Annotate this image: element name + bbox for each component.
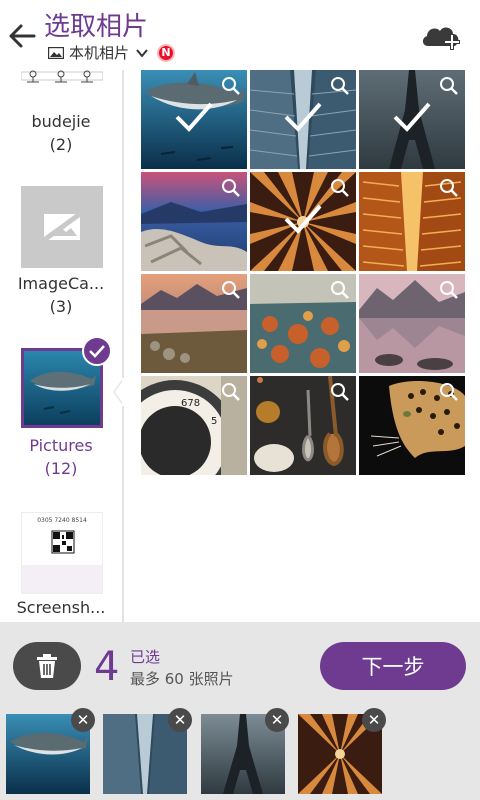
selected-label: 已选 — [130, 648, 161, 666]
svg-text:5: 5 — [211, 416, 217, 427]
selection-panel: 4 已选 最多 60 张照片 下一步 ✕ ✕ ✕ ✕ — [0, 622, 480, 800]
zoom-icon[interactable] — [439, 76, 459, 96]
photo-grid: 678 5 — [141, 70, 465, 475]
next-step-button[interactable]: 下一步 — [320, 642, 466, 690]
album-selected-check-icon — [82, 336, 112, 366]
album-pictures[interactable]: Pictures (12) — [0, 336, 122, 506]
max-photos-label: 最多 60 张照片 — [130, 670, 234, 688]
photo-leopard[interactable] — [359, 376, 465, 475]
album-name: budejie — [31, 112, 91, 131]
selected-count: 4 — [94, 644, 120, 690]
photo-picker-screen: 选取相片 本机相片 N budejie (2) ImageCa... (3) P… — [0, 0, 480, 800]
album-count: (3) — [49, 297, 73, 316]
zoom-icon[interactable] — [221, 178, 241, 198]
remove-glass-building-icon[interactable]: ✕ — [168, 708, 192, 732]
album-sidebar: budejie (2) ImageCa... (3) Pictures (12)… — [0, 70, 124, 622]
remove-shark-icon[interactable]: ✕ — [71, 708, 95, 732]
source-selector[interactable]: 本机相片 N — [48, 42, 176, 63]
clear-selection-button[interactable] — [13, 642, 81, 690]
album-screenshots[interactable]: 0305 7240 8514 Screensh... — [0, 506, 122, 622]
svg-text:678: 678 — [181, 398, 200, 409]
remove-eiffel-tower-icon[interactable]: ✕ — [265, 708, 289, 732]
header: 选取相片 本机相片 N — [0, 0, 480, 70]
album-name: Pictures — [29, 436, 93, 455]
album-count: (2) — [49, 135, 73, 154]
album-name: Screensh... — [16, 598, 106, 617]
album-thumbnail: 0305 7240 8514 — [21, 512, 103, 594]
photo-glass-building[interactable] — [250, 70, 356, 169]
trash-icon — [37, 654, 57, 678]
zoom-icon[interactable] — [439, 382, 459, 402]
photo-shark[interactable] — [141, 70, 247, 169]
page-title: 选取相片 — [44, 12, 149, 42]
zoom-icon[interactable] — [221, 280, 241, 300]
zoom-icon[interactable] — [330, 76, 350, 96]
zoom-icon[interactable] — [330, 280, 350, 300]
album-imagecache[interactable]: ImageCa... (3) — [0, 180, 122, 340]
selected-check-icon — [175, 102, 213, 132]
album-budejie[interactable]: budejie (2) — [0, 70, 122, 180]
album-thumbnail — [21, 70, 103, 106]
thumbnail-text: 0305 7240 8514 — [37, 517, 87, 524]
selected-check-icon — [393, 102, 431, 132]
photo-autumn-shore[interactable] — [250, 274, 356, 373]
photo-mountain-lake-sunset[interactable] — [141, 274, 247, 373]
photo-camera-lens[interactable]: 678 5 — [141, 376, 247, 475]
photo-lake-driftwood[interactable] — [141, 172, 247, 271]
photo-eiffel-tower[interactable] — [359, 70, 465, 169]
sidebar-divider — [122, 70, 124, 622]
zoom-icon[interactable] — [330, 382, 350, 402]
album-count: (12) — [44, 459, 78, 478]
image-broken-icon — [42, 211, 82, 243]
photo-mountain-reflection[interactable] — [359, 274, 465, 373]
photo-arch-ceiling[interactable] — [250, 172, 356, 271]
selected-check-icon — [284, 102, 322, 132]
zoom-icon[interactable] — [221, 76, 241, 96]
zoom-icon[interactable] — [221, 382, 241, 402]
zoom-icon[interactable] — [330, 178, 350, 198]
zoom-icon[interactable] — [439, 178, 459, 198]
new-badge: N — [157, 43, 176, 62]
selection-pointer-icon — [113, 378, 126, 406]
remove-arch-ceiling-icon[interactable]: ✕ — [362, 708, 386, 732]
chevron-down-icon — [136, 48, 148, 58]
image-icon — [48, 46, 64, 59]
album-thumbnail — [21, 186, 103, 268]
cloud-add-icon[interactable] — [420, 20, 464, 52]
photo-spices[interactable] — [250, 376, 356, 475]
source-label: 本机相片 — [69, 44, 130, 62]
zoom-icon[interactable] — [439, 280, 459, 300]
photo-orange-towers[interactable] — [359, 172, 465, 271]
album-name: ImageCa... — [17, 274, 105, 293]
selected-check-icon — [284, 204, 322, 234]
back-arrow-icon[interactable] — [6, 18, 38, 54]
